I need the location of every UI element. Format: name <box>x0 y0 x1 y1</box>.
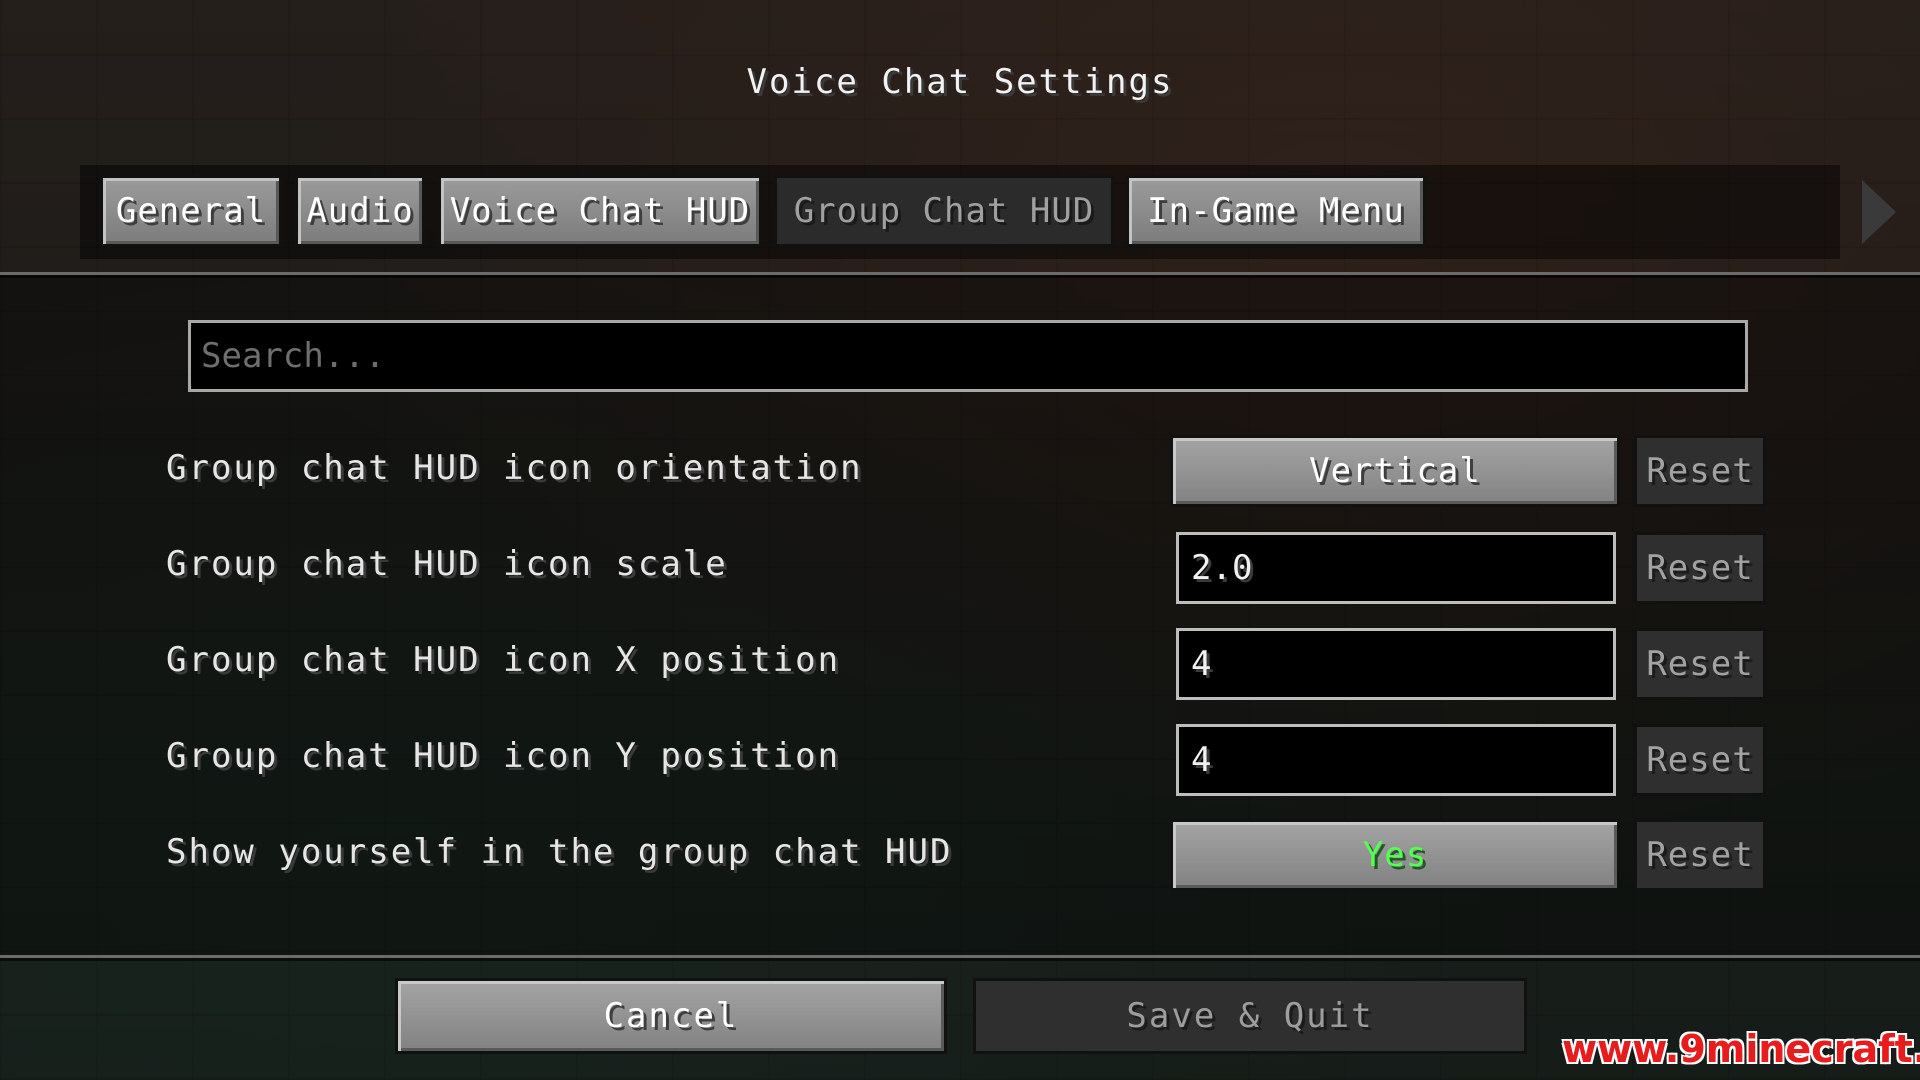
icon-orientation-button[interactable]: Vertical <box>1170 435 1620 507</box>
setting-label-show-yourself: Show yourself in the group chat HUD <box>166 832 953 872</box>
tab-audio[interactable]: Audio <box>295 175 425 247</box>
icon-x-position-field[interactable]: 4 <box>1176 628 1616 700</box>
tab-in-game-menu[interactable]: In-Game Menu <box>1126 175 1426 247</box>
tab-voice-chat-hud[interactable]: Voice Chat HUD <box>438 175 762 247</box>
icon-y-position-field[interactable]: 4 <box>1176 724 1616 796</box>
setting-label-icon-y-position: Group chat HUD icon Y position <box>166 736 841 776</box>
tab-general[interactable]: General <box>100 175 282 247</box>
save-quit-button[interactable]: Save & Quit <box>973 978 1527 1054</box>
footer-divider <box>0 955 1920 958</box>
icon-scale-field[interactable]: 2.0 <box>1176 532 1616 604</box>
reset-button[interactable]: Reset <box>1634 532 1766 604</box>
setting-label-icon-x-position: Group chat HUD icon X position <box>166 640 841 680</box>
setting-label-icon-orientation: Group chat HUD icon orientation <box>166 448 863 488</box>
page-title: Voice Chat Settings <box>746 62 1174 102</box>
show-yourself-toggle[interactable]: Yes <box>1170 819 1620 891</box>
cancel-button[interactable]: Cancel <box>395 978 947 1054</box>
tab-group-chat-hud[interactable]: Group Chat HUD <box>774 175 1114 247</box>
reset-button[interactable]: Reset <box>1634 628 1766 700</box>
settings-screen: Voice Chat Settings General Audio Voice … <box>0 0 1920 1080</box>
reset-button[interactable]: Reset <box>1634 819 1766 891</box>
search-input[interactable] <box>188 320 1748 392</box>
arrow-right-icon[interactable] <box>1862 180 1896 244</box>
watermark: www.9minecraft.net <box>1562 1027 1920 1071</box>
setting-label-icon-scale: Group chat HUD icon scale <box>166 544 728 584</box>
reset-button[interactable]: Reset <box>1634 435 1766 507</box>
reset-button[interactable]: Reset <box>1634 724 1766 796</box>
